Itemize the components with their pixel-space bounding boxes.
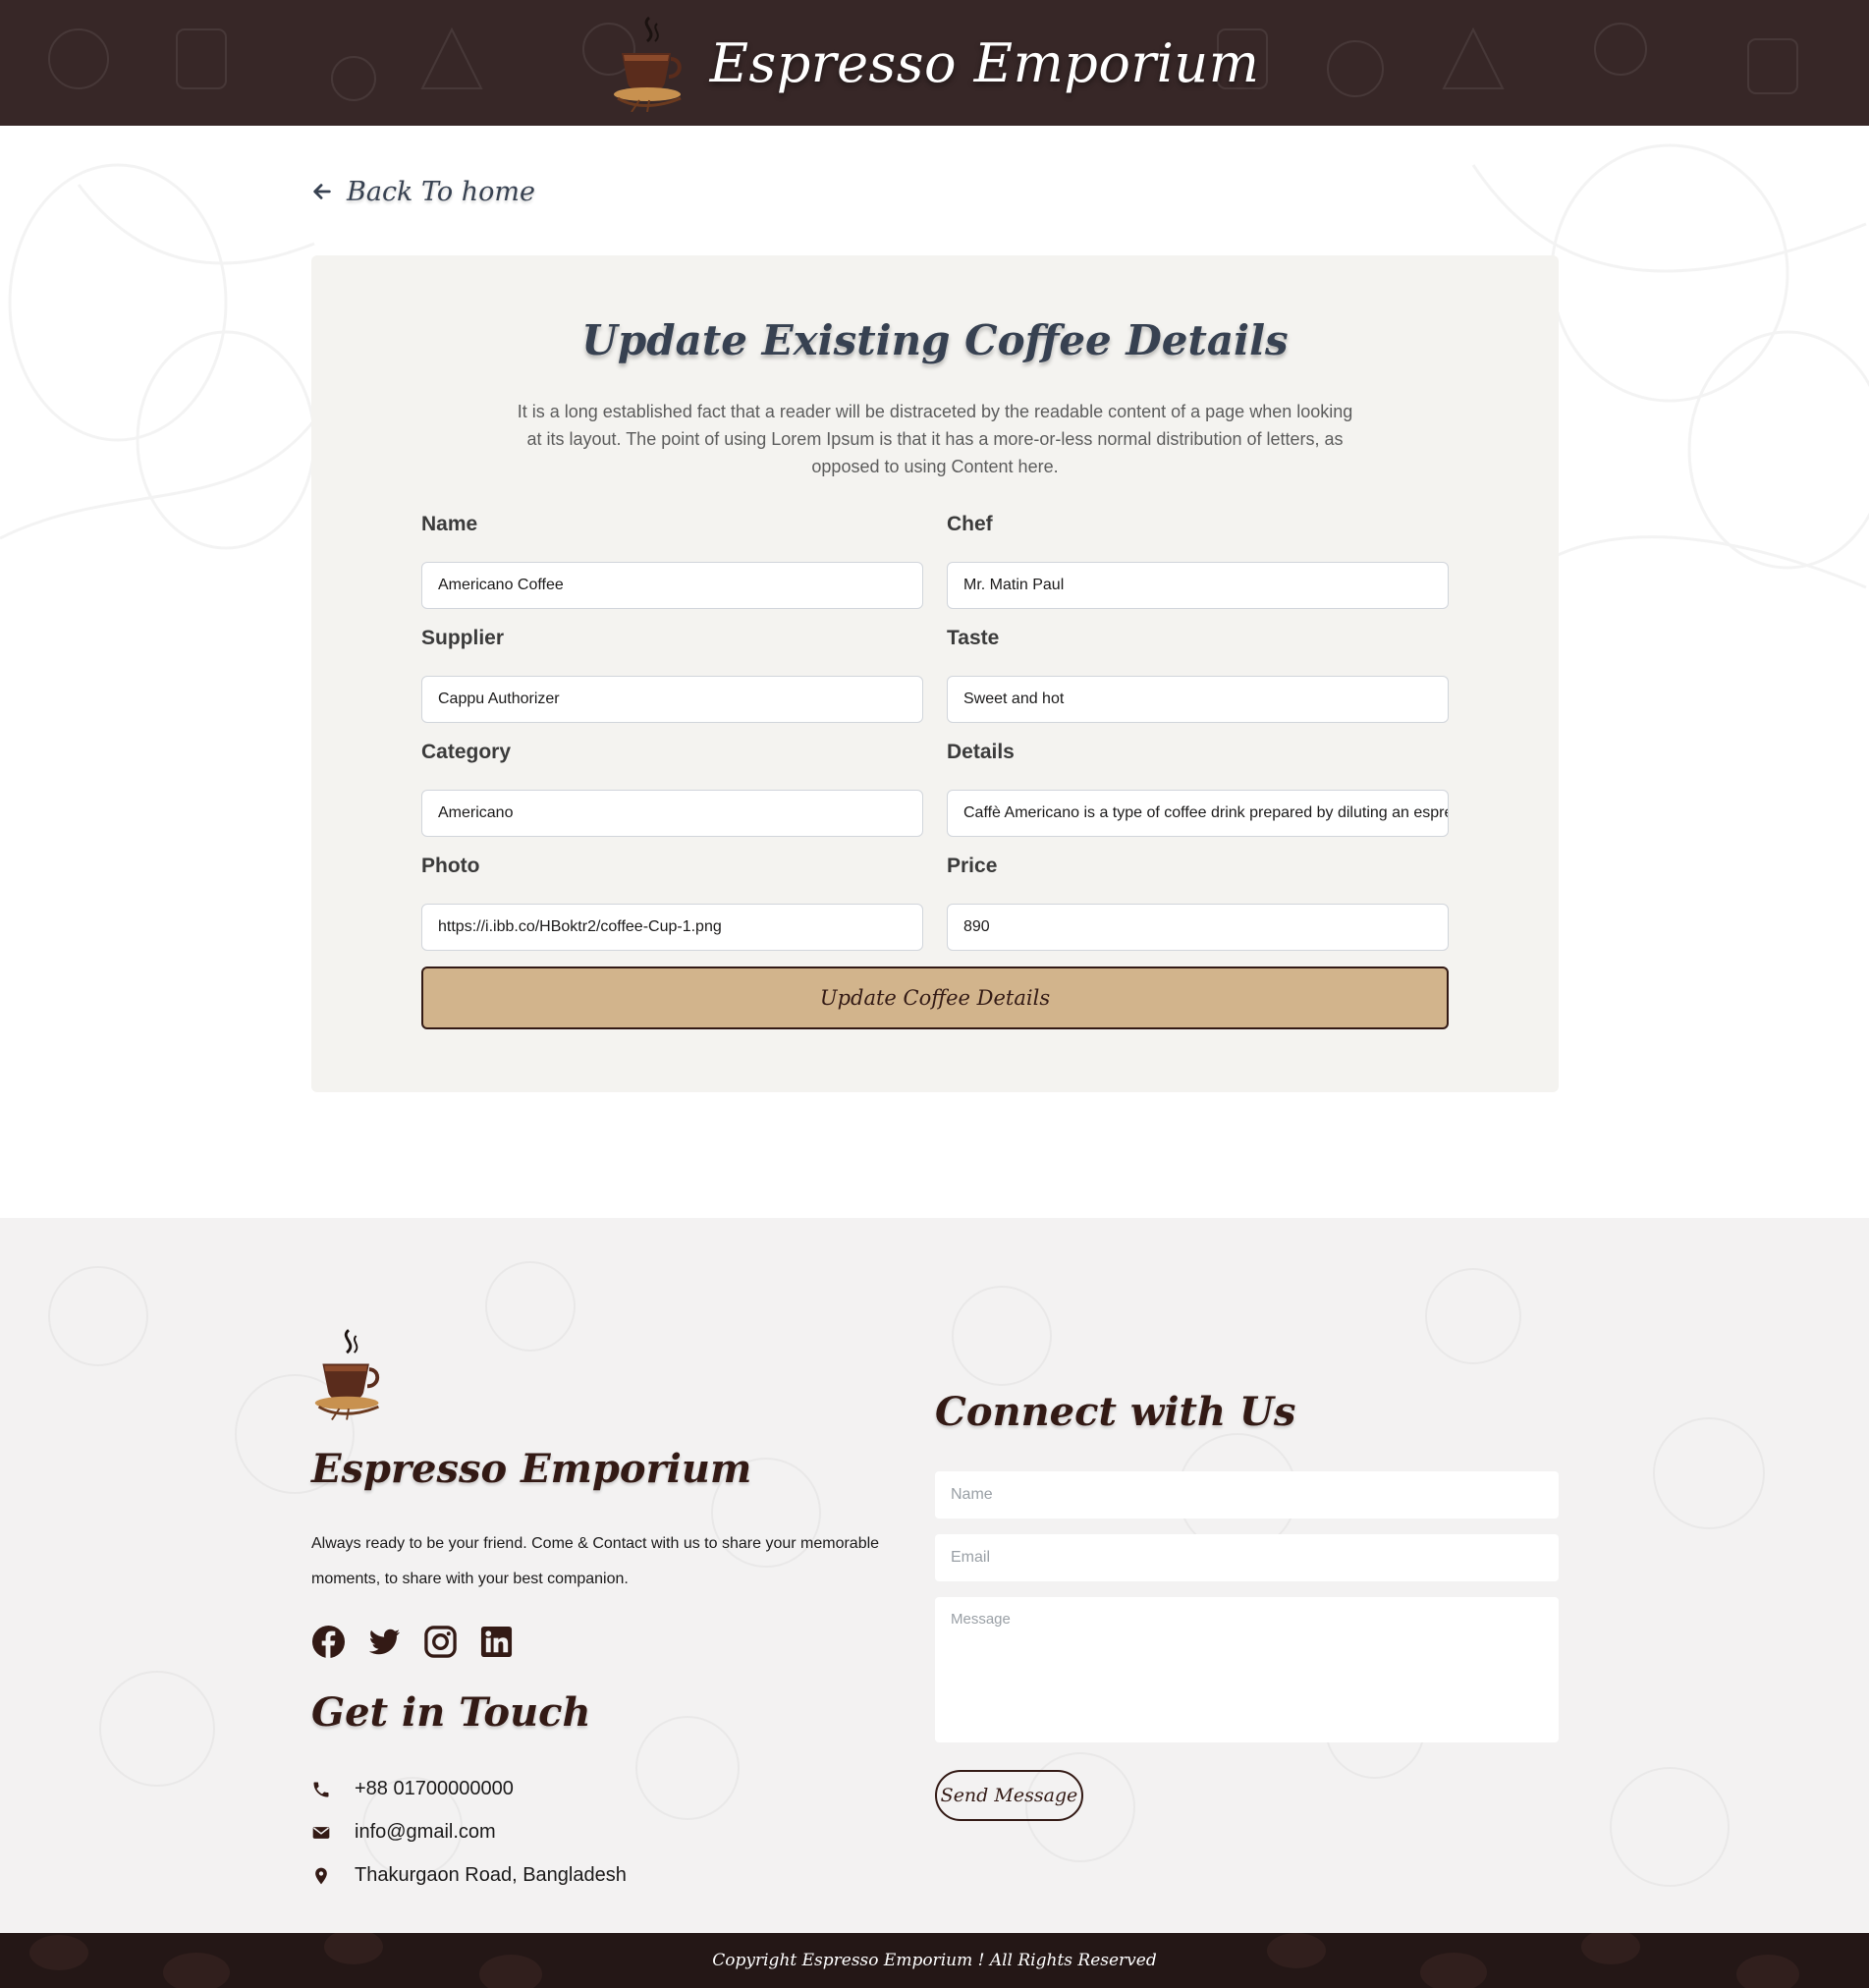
contact-message-textarea[interactable]	[935, 1597, 1559, 1742]
supplier-label: Supplier	[421, 627, 505, 649]
arrow-left-icon	[313, 184, 331, 199]
brand[interactable]: Espresso Emporium	[610, 14, 1260, 112]
chef-input[interactable]: Mr. Matin Paul	[947, 562, 1449, 609]
site-footer: Espresso Emporium Always ready to be you…	[0, 1218, 1869, 1933]
address-text: Thakurgaon Road, Bangladesh	[355, 1864, 627, 1886]
price-field: Price 890	[947, 855, 1449, 951]
photo-label: Photo	[421, 855, 480, 877]
supplier-field: Supplier Cappu Authorizer	[421, 627, 923, 723]
details-input[interactable]: Caffè Americano is a type of coffee drin…	[947, 790, 1449, 837]
name-label: Name	[421, 513, 478, 535]
taste-label: Taste	[947, 627, 1000, 649]
linkedin-icon[interactable]	[479, 1625, 514, 1659]
update-coffee-form: Update Existing Coffee Details It is a l…	[311, 255, 1559, 1092]
price-input[interactable]: 890	[947, 904, 1449, 951]
category-input[interactable]: Americano	[421, 790, 923, 837]
taste-field: Taste Sweet and hot	[947, 627, 1449, 723]
footer-description: Always ready to be your friend. Come & C…	[311, 1535, 880, 1587]
taste-input[interactable]: Sweet and hot	[947, 676, 1449, 723]
send-message-button[interactable]: Send Message	[935, 1770, 1083, 1821]
name-input[interactable]: Americano Coffee	[421, 562, 923, 609]
contact-email: info@gmail.com	[311, 1821, 496, 1844]
category-field: Category Americano	[421, 741, 923, 837]
instagram-icon[interactable]	[423, 1625, 458, 1659]
phone-icon	[313, 1782, 329, 1796]
get-in-touch-title: Get in Touch	[311, 1689, 591, 1736]
details-field: Details Caffè Americano is a type of cof…	[947, 741, 1449, 837]
chef-field: Chef Mr. Matin Paul	[947, 513, 1449, 609]
coffee-cup-logo-icon	[613, 16, 682, 112]
social-links	[311, 1625, 514, 1659]
photo-field: Photo https://i.ibb.co/HBoktr2/coffee-Cu…	[421, 855, 923, 951]
form-title: Update Existing Coffee Details	[581, 316, 1289, 364]
supplier-input[interactable]: Cappu Authorizer	[421, 676, 923, 723]
connect-with-us-title: Connect with Us	[935, 1389, 1296, 1435]
photo-input[interactable]: https://i.ibb.co/HBoktr2/coffee-Cup-1.pn…	[421, 904, 923, 951]
copyright-bar: Copyright Espresso Emporium ! All Rights…	[0, 1933, 1869, 1988]
update-coffee-details-button[interactable]: Update Coffee Details	[421, 966, 1449, 1029]
site-header: Espresso Emporium	[0, 0, 1869, 126]
price-label: Price	[947, 855, 998, 877]
name-field: Name Americano Coffee	[421, 513, 923, 609]
email-address: info@gmail.com	[355, 1821, 496, 1843]
details-label: Details	[947, 741, 1015, 763]
map-pin-icon	[315, 1867, 327, 1884]
category-label: Category	[421, 741, 512, 763]
twitter-icon[interactable]	[367, 1625, 402, 1659]
contact-name-input[interactable]	[935, 1471, 1559, 1519]
copyright-text: Copyright Espresso Emporium ! All Rights…	[712, 1951, 1157, 1970]
brand-title: Espresso Emporium	[709, 31, 1260, 94]
phone-number: +88 01700000000	[355, 1778, 514, 1799]
footer-coffee-cup-logo-icon	[314, 1329, 380, 1420]
contact-address: Thakurgaon Road, Bangladesh	[311, 1864, 627, 1887]
back-to-home-link[interactable]: Back To home	[311, 172, 535, 211]
envelope-icon	[312, 1826, 330, 1839]
back-to-home-label: Back To home	[347, 176, 535, 207]
contact-phone: +88 01700000000	[311, 1778, 514, 1800]
form-description: It is a long established fact that a rea…	[517, 402, 1353, 476]
footer-brand-title: Espresso Emporium	[311, 1446, 752, 1492]
facebook-icon[interactable]	[311, 1625, 346, 1659]
chef-label: Chef	[947, 513, 993, 535]
contact-email-input[interactable]	[935, 1534, 1559, 1581]
